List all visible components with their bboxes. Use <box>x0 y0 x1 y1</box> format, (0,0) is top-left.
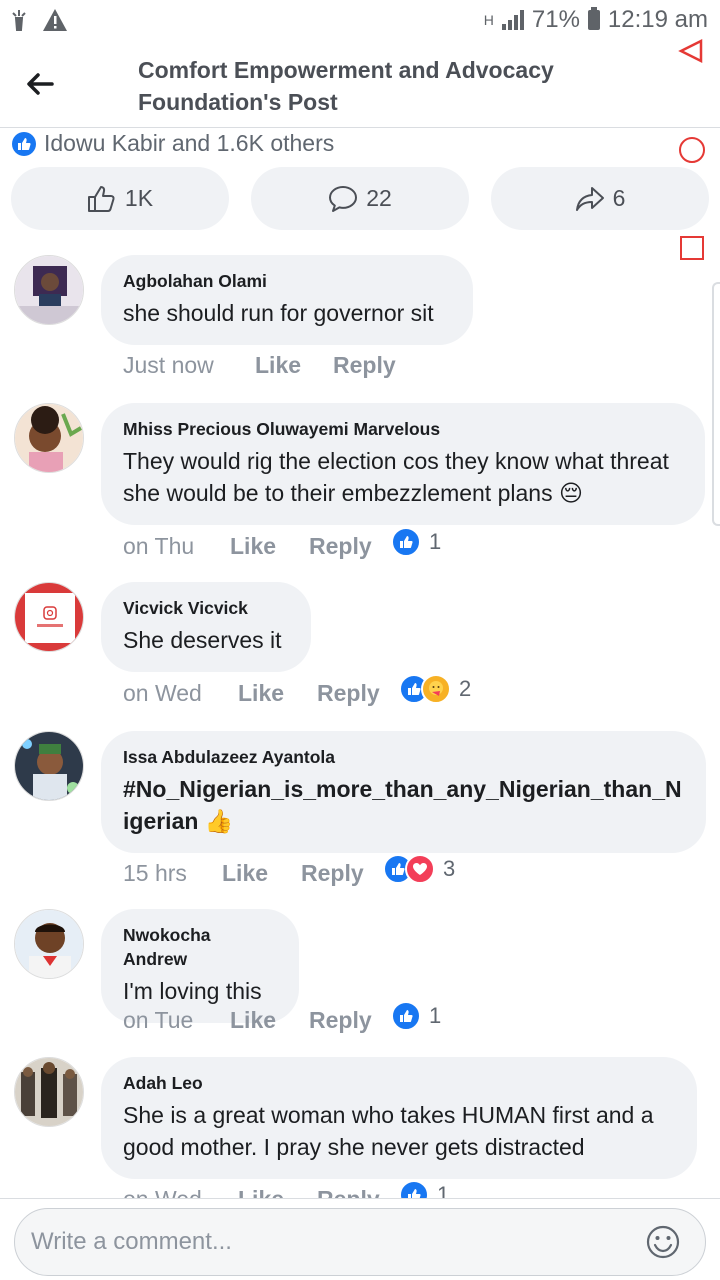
comment-reactions[interactable]: 1 <box>391 1000 442 1031</box>
comment-reply-button[interactable]: Reply <box>301 860 383 887</box>
comment-like-button[interactable]: Like <box>238 680 317 707</box>
comment-author[interactable]: Mhiss Precious Oluwayemi Marvelous <box>123 417 683 441</box>
comment-time[interactable]: Just now <box>123 352 255 379</box>
nav-home-circle-icon[interactable] <box>679 137 705 163</box>
flashlight-icon <box>12 10 26 31</box>
comment-bubble[interactable]: Nwokocha Andrew I'm loving this <box>101 909 299 1023</box>
reaction-count: 1 <box>437 1181 450 1199</box>
comment-meta: on Tue Like Reply 1 <box>123 1000 441 1034</box>
comment-like-button[interactable]: Like <box>222 860 301 887</box>
avatar[interactable] <box>14 403 84 473</box>
like-count: 1K <box>124 185 154 211</box>
thumbs-up-icon <box>87 185 115 212</box>
like-reaction-icon <box>391 526 421 557</box>
share-icon <box>575 186 604 211</box>
comment-button[interactable]: 22 <box>251 167 469 230</box>
comment-bubble[interactable]: Adah Leo She is a great woman who takes … <box>101 1057 697 1179</box>
like-reaction-icon <box>391 1000 421 1031</box>
comment-reactions[interactable]: 3 <box>383 853 456 884</box>
battery-icon <box>587 7 600 30</box>
reactions-summary[interactable]: Idowu Kabir and 1.6K others <box>12 130 334 157</box>
comment-author[interactable]: Adah Leo <box>123 1071 675 1095</box>
comment-bubble[interactable]: Issa Abdulazeez Ayantola #No_Nigerian_is… <box>101 731 706 853</box>
avatar[interactable] <box>14 582 84 652</box>
comment-composer[interactable] <box>14 1208 706 1276</box>
love-reaction-icon <box>405 853 435 884</box>
comment-text: #No_Nigerian_is_more_than_any_Nigerian_t… <box>123 776 682 834</box>
avatar[interactable] <box>14 909 84 979</box>
avatar[interactable] <box>14 1057 84 1127</box>
comment-meta: on Wed Like Reply 1 <box>123 1179 449 1198</box>
like-reaction-icon <box>12 131 36 156</box>
scroll-indicator[interactable] <box>712 282 720 526</box>
comment-time[interactable]: on Wed <box>123 1186 238 1198</box>
comment-meta: 15 hrs Like Reply 3 <box>123 853 455 887</box>
clock: 12:19 am <box>607 6 708 33</box>
comment-like-button[interactable]: Like <box>230 533 309 560</box>
comment-text: She deserves it <box>123 627 282 653</box>
share-button[interactable]: 6 <box>491 167 709 230</box>
network-type: H <box>483 12 494 28</box>
comment-reactions[interactable]: 1 <box>391 526 442 557</box>
reaction-count: 1 <box>429 528 442 554</box>
arrow-left-icon <box>27 73 54 95</box>
comment-reactions[interactable]: 2 <box>399 673 472 704</box>
comment-text: she should run for governor sit <box>123 300 434 326</box>
comment-like-button[interactable]: Like <box>255 352 333 379</box>
comment-author[interactable]: Issa Abdulazeez Ayantola <box>123 745 684 769</box>
comment-icon <box>329 185 358 212</box>
comment-meta: on Thu Like Reply 1 <box>123 526 441 560</box>
battery-percent: 71% <box>531 6 580 33</box>
comment-input[interactable] <box>31 1221 631 1263</box>
reactions-text: Idowu Kabir and 1.6K others <box>44 130 335 156</box>
post-actions: 1K 22 6 <box>11 167 709 230</box>
care-reaction-icon <box>421 673 451 704</box>
comment-meta: on Wed Like Reply 2 <box>123 673 471 707</box>
comment-reply-button[interactable]: Reply <box>309 1007 391 1034</box>
signal-icon <box>501 10 524 30</box>
comment-reply-button[interactable]: Reply <box>317 680 399 707</box>
comments-list: Agbolahan Olami she should run for gover… <box>0 244 720 1198</box>
comment-text: I'm loving this <box>123 978 262 1004</box>
comment-like-button[interactable]: Like <box>238 1186 317 1198</box>
comment-time[interactable]: 15 hrs <box>123 860 222 887</box>
comment-text: They would rig the election cos they kno… <box>123 448 669 506</box>
comment-count: 22 <box>366 185 392 211</box>
comment-bubble[interactable]: Agbolahan Olami she should run for gover… <box>101 255 473 345</box>
comment-reply-button[interactable]: Reply <box>333 352 396 379</box>
share-count: 6 <box>612 185 626 211</box>
comment-time[interactable]: on Tue <box>123 1007 230 1034</box>
reaction-count: 1 <box>429 1002 442 1028</box>
comment-reply-button[interactable]: Reply <box>309 533 391 560</box>
comment-author[interactable]: Vicvick Vicvick <box>123 596 289 620</box>
comment-like-button[interactable]: Like <box>230 1007 309 1034</box>
comment-author[interactable]: Nwokocha Andrew <box>123 923 277 971</box>
comment-time[interactable]: on Thu <box>123 533 230 560</box>
comment-reply-button[interactable]: Reply <box>317 1186 399 1198</box>
back-button[interactable] <box>22 66 58 102</box>
reaction-count: 3 <box>443 855 456 881</box>
comment-bubble[interactable]: Mhiss Precious Oluwayemi Marvelous They … <box>101 403 705 525</box>
comment-bubble[interactable]: Vicvick Vicvick She deserves it <box>101 582 311 672</box>
like-reaction-icon <box>399 1179 429 1198</box>
warning-icon <box>43 9 67 31</box>
like-button[interactable]: 1K <box>11 167 229 230</box>
comment-meta: Just now Like Reply <box>123 352 396 379</box>
comment-reactions[interactable]: 1 <box>399 1179 450 1199</box>
comment-composer-bar <box>0 1198 720 1280</box>
reaction-count: 2 <box>459 675 472 701</box>
page-title: Comfort Empowerment and Advocacy Foundat… <box>138 57 554 115</box>
emoji-icon[interactable] <box>645 1224 681 1260</box>
comment-text: She is a great woman who takes HUMAN fir… <box>123 1102 654 1160</box>
avatar[interactable] <box>14 255 84 325</box>
status-bar: H 71% 12:19 am <box>0 0 720 44</box>
app-header: Comfort Empowerment and Advocacy Foundat… <box>0 44 720 128</box>
avatar[interactable] <box>14 731 84 801</box>
comment-author[interactable]: Agbolahan Olami <box>123 269 451 293</box>
comment-time[interactable]: on Wed <box>123 680 238 707</box>
